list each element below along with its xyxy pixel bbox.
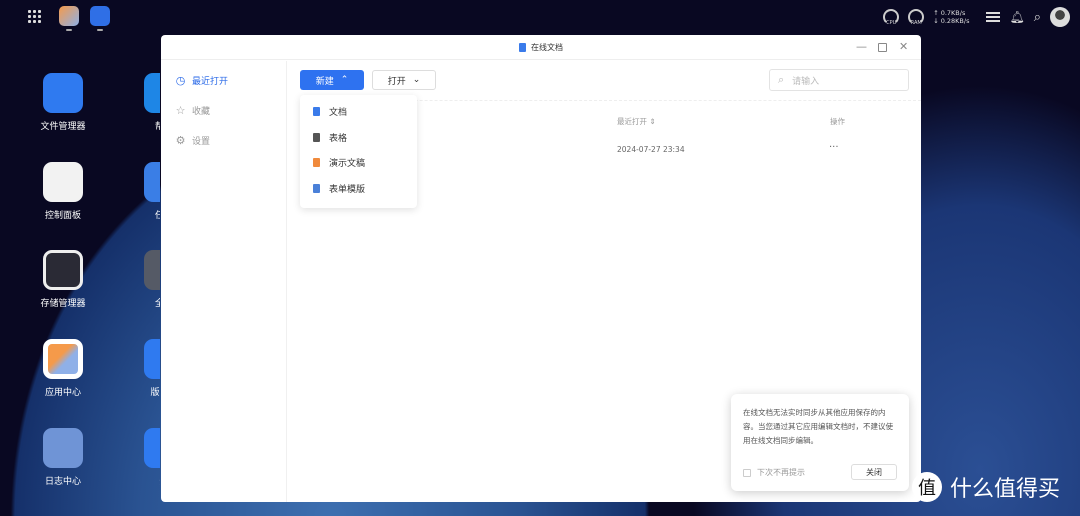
close-icon[interactable]: ✕ <box>899 41 908 53</box>
xunlei-icon <box>144 428 160 468</box>
server-icon[interactable] <box>986 11 1001 23</box>
watermark-seal: 值 <box>912 472 942 502</box>
row-opened-time: 2024-07-27 23:34 <box>617 145 685 154</box>
new-button[interactable]: 新建 ⌃ <box>300 70 364 90</box>
desktop-app-center[interactable]: 应用中心 <box>23 339 103 398</box>
folder-icon <box>43 73 83 113</box>
desktop-storage-manager[interactable]: 存储管理器 <box>23 250 103 309</box>
more-actions-button[interactable]: ··· <box>829 142 839 153</box>
form-icon <box>313 183 320 193</box>
search-icon[interactable]: ⌕ <box>1034 10 1041 25</box>
sidebar-item-settings[interactable]: ⚙ 设置 <box>161 125 286 155</box>
minimize-icon[interactable]: — <box>856 41 867 53</box>
task-icon <box>144 162 160 202</box>
chevron-up-icon: ⌃ <box>340 75 349 85</box>
desktop-file-manager[interactable]: 文件管理器 <box>23 73 103 132</box>
column-header-actions: 操作 <box>830 117 845 126</box>
sidebar: ◷ 最近打开 ☆ 收藏 ⚙ 设置 <box>161 61 287 502</box>
bell-icon[interactable]: 🔔︎ <box>1009 10 1024 24</box>
desktop-global[interactable]: 全局 <box>124 250 160 309</box>
chevron-down-icon: ⌄ <box>412 75 421 85</box>
checkbox-icon <box>743 468 751 477</box>
menu-item-document[interactable]: 文档 <box>300 99 417 125</box>
desktop-log-center[interactable]: 日志中心 <box>23 428 103 487</box>
storage-icon <box>43 250 83 290</box>
window-titlebar[interactable]: 在线文档 <box>161 35 921 60</box>
presentation-icon <box>313 158 320 168</box>
menu-item-presentation[interactable]: 演示文稿 <box>300 150 417 176</box>
search-icon: ⌕ <box>778 73 785 86</box>
desktop-control-panel[interactable]: 控制面板 <box>23 162 103 221</box>
new-dropdown-menu: 文档 表格 演示文稿 表单模版 <box>300 95 417 208</box>
clock-icon: ◷ <box>175 73 186 87</box>
maximize-icon[interactable] <box>878 43 887 52</box>
sync-warning-toast: 在线文档无法实时同步从其他应用保存的内容。当您通过其它应用编辑文档时，不建议使用… <box>731 394 909 491</box>
open-button[interactable]: 打开 ⌄ <box>372 70 436 90</box>
sidebar-item-recent[interactable]: ◷ 最近打开 <box>161 65 286 95</box>
help-icon <box>144 73 160 113</box>
ram-gauge-icon[interactable]: RAM <box>908 9 925 26</box>
menu-item-form-template[interactable]: 表单模版 <box>300 176 417 202</box>
desktop-help[interactable]: 帮助 <box>124 73 160 132</box>
doc-icon <box>519 42 526 52</box>
star-icon: ☆ <box>175 103 186 117</box>
notebook-icon <box>43 428 83 468</box>
cpu-gauge-icon[interactable]: CPU <box>883 9 900 26</box>
toast-close-button[interactable]: 关闭 <box>851 464 897 480</box>
gear-icon: ⚙ <box>175 133 186 147</box>
avatar[interactable] <box>1050 7 1070 27</box>
watermark: 值什么值得买 <box>912 471 1060 503</box>
version-icon <box>144 339 160 379</box>
search-input[interactable]: ⌕ 请输入 <box>769 69 909 91</box>
column-header-recent[interactable]: 最近打开 ⇕ <box>617 116 656 127</box>
desktop-xunlei[interactable]: 迅 <box>124 428 160 487</box>
taskbar: CPU RAM ↑ 0.7KB/s ↓ 0.28KB/s 🔔︎ ⌕ <box>0 0 1080 34</box>
dont-show-again-checkbox[interactable]: 下次不再提示 <box>743 467 805 478</box>
document-icon <box>313 107 320 117</box>
network-speed[interactable]: ↑ 0.7KB/s ↓ 0.28KB/s <box>933 9 969 25</box>
desktop-task[interactable]: 任务 <box>124 162 160 221</box>
desktop-version[interactable]: 版本资 <box>124 339 160 398</box>
spreadsheet-icon <box>313 132 320 142</box>
sidebar-item-favorites[interactable]: ☆ 收藏 <box>161 95 286 125</box>
sliders-icon <box>43 162 83 202</box>
window-title: 在线文档 <box>531 42 563 52</box>
global-icon <box>144 250 160 290</box>
app-center-icon <box>43 339 83 379</box>
menu-item-spreadsheet[interactable]: 表格 <box>300 125 417 151</box>
toast-message: 在线文档无法实时同步从其他应用保存的内容。当您通过其它应用编辑文档时，不建议使用… <box>743 408 893 445</box>
